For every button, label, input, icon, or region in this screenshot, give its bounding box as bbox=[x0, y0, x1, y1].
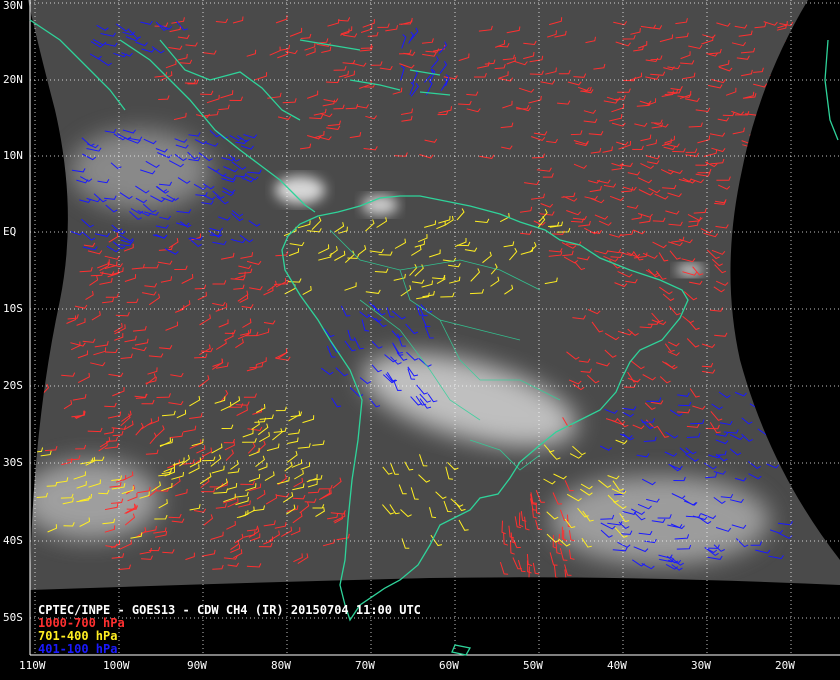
longitude-label: 110W bbox=[19, 659, 46, 672]
latitude-label: 30S bbox=[3, 456, 23, 469]
latitude-label: 30N bbox=[3, 0, 23, 12]
cloud-eastern-pacific bbox=[70, 130, 210, 210]
longitude-label: 80W bbox=[271, 659, 291, 672]
longitude-label: 50W bbox=[523, 659, 543, 672]
longitude-label: 90W bbox=[187, 659, 207, 672]
longitude-label: 70W bbox=[355, 659, 375, 672]
latitude-label: 10S bbox=[3, 302, 23, 315]
latitude-label: 50S bbox=[3, 611, 23, 624]
latitude-label: 10N bbox=[3, 149, 23, 162]
latitude-label: 20S bbox=[3, 379, 23, 392]
cloud-southeast-pacific bbox=[28, 460, 160, 540]
latitude-label: 40S bbox=[3, 534, 23, 547]
longitude-label: 60W bbox=[439, 659, 459, 672]
satellite-wind-map bbox=[0, 0, 840, 680]
longitude-label: 100W bbox=[103, 659, 130, 672]
longitude-label: 30W bbox=[691, 659, 711, 672]
longitude-label: 20W bbox=[775, 659, 795, 672]
latitude-label: EQ bbox=[3, 225, 17, 238]
longitude-label: 40W bbox=[607, 659, 627, 672]
latitude-label: 20N bbox=[3, 73, 23, 86]
cloud-south-atlantic bbox=[550, 475, 770, 565]
legend-high-level: 401-100 hPa bbox=[38, 642, 118, 656]
